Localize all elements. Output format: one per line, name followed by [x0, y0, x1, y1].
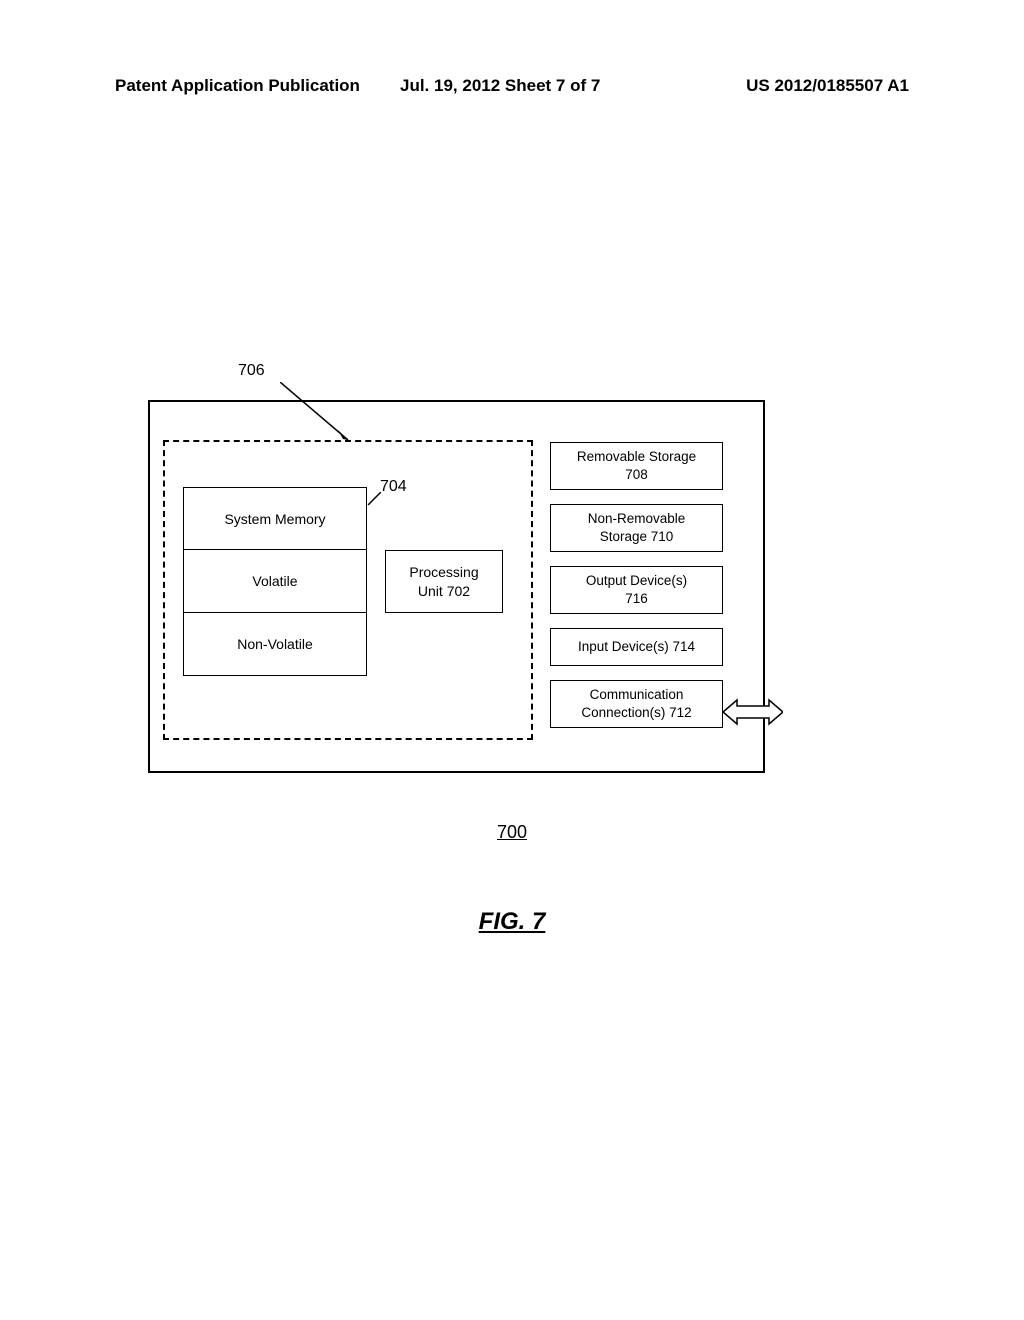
input-devices-label: Input Device(s) 714 [578, 638, 695, 656]
communication-connections-label: Communication Connection(s) 712 [581, 686, 691, 721]
label-704: 704 [380, 478, 407, 496]
system-memory-stack: System Memory Volatile Non-Volatile [183, 487, 367, 676]
reference-700: 700 [0, 822, 1024, 843]
communication-connections-box: Communication Connection(s) 712 [550, 680, 723, 728]
non-removable-storage-label: Non-Removable Storage 710 [588, 510, 686, 545]
header-left: Patent Application Publication [115, 76, 360, 96]
removable-storage-box: Removable Storage 708 [550, 442, 723, 490]
page: Patent Application Publication Jul. 19, … [0, 0, 1024, 1320]
right-column: Removable Storage 708 Non-Removable Stor… [550, 442, 723, 742]
processing-unit-label: Processing Unit 702 [409, 563, 478, 599]
input-devices-box: Input Device(s) 714 [550, 628, 723, 666]
leader-line-704 [367, 492, 381, 506]
output-devices-label: Output Device(s) 716 [586, 572, 687, 607]
system-memory-volatile: Volatile [183, 550, 367, 613]
system-memory-header: System Memory [183, 487, 367, 550]
non-removable-storage-box: Non-Removable Storage 710 [550, 504, 723, 552]
removable-storage-label: Removable Storage 708 [577, 448, 696, 483]
label-706: 706 [238, 362, 265, 380]
system-memory-nonvolatile: Non-Volatile [183, 613, 367, 676]
header-mid: Jul. 19, 2012 Sheet 7 of 7 [400, 76, 600, 96]
figure-label: FIG. 7 [0, 908, 1024, 936]
double-arrow-icon [723, 692, 783, 732]
header-right: US 2012/0185507 A1 [746, 76, 909, 96]
output-devices-box: Output Device(s) 716 [550, 566, 723, 614]
processing-unit-box: Processing Unit 702 [385, 550, 503, 613]
